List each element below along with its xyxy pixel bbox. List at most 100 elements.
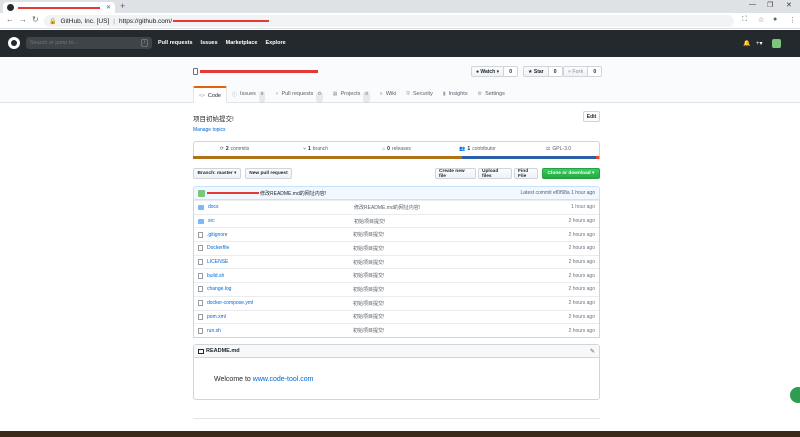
book-icon	[198, 348, 204, 354]
restore-icon[interactable]: ❐	[767, 1, 773, 9]
bookmark-star-icon[interactable]: ☆	[758, 16, 764, 24]
nav-explore[interactable]: Explore	[265, 40, 285, 46]
readme-content: Welcome to www.code-tool.com	[194, 358, 599, 383]
commit-message[interactable]: 初始项目提交!	[353, 245, 569, 252]
commit-message[interactable]: 初始项目提交!	[354, 218, 569, 225]
branch-count[interactable]: ⑂ 1 branch	[275, 142, 356, 156]
forward-arrow-icon[interactable]: →	[19, 15, 27, 24]
commit-message[interactable]: 初始项目提交!	[353, 286, 569, 293]
notification-bell-icon[interactable]: 🔔	[743, 40, 750, 47]
user-avatar[interactable]	[772, 39, 781, 48]
language-bar[interactable]	[193, 156, 600, 159]
file-name[interactable]: pom.xml	[207, 314, 353, 320]
contributor-count[interactable]: 👥 1 contributor	[437, 142, 518, 156]
file-name[interactable]: docs	[208, 204, 354, 210]
tab-settings[interactable]: ⚙ Settings	[473, 86, 510, 103]
files-table: docs 修改README.md的网址内容! 1 hour ago src 初始…	[193, 200, 600, 338]
commits-count[interactable]: ⟳ 2 commits	[194, 142, 275, 156]
minimize-icon[interactable]: —	[749, 1, 756, 8]
clone-download-button[interactable]: Clone or download ▾	[542, 168, 600, 179]
file-name[interactable]: .gitignore	[207, 232, 353, 238]
commit-message[interactable]: 初始项目提交!	[353, 231, 569, 238]
commit-message[interactable]: 初始项目提交!	[353, 300, 569, 307]
repo-title-redacted[interactable]	[200, 70, 318, 73]
numbers-value: 1	[467, 146, 471, 152]
star-button[interactable]: ★ Star	[523, 66, 549, 77]
commit-age: 2 hours ago	[568, 218, 595, 225]
tab-insights[interactable]: ▮ Insights	[438, 86, 473, 103]
file-name[interactable]: LICENSE	[207, 259, 353, 265]
tab-pull-requests[interactable]: ⑂ Pull requests 0	[270, 86, 327, 103]
nav-issues[interactable]: Issues	[201, 40, 218, 46]
watch-count[interactable]: 0	[504, 66, 519, 77]
reload-icon[interactable]: ↻	[32, 15, 39, 24]
fork-group: ⑂ Fork 0	[563, 66, 603, 77]
file-name[interactable]: src	[208, 218, 354, 224]
file-name[interactable]: build.sh	[207, 273, 353, 279]
readme-link[interactable]: www.code-tool.com	[253, 376, 314, 383]
file-icon	[198, 300, 203, 307]
edit-description-button[interactable]: Edit	[583, 111, 600, 122]
file-name[interactable]: Dockerfile	[207, 245, 353, 251]
profile-icon[interactable]: ●	[773, 16, 777, 23]
commit-message[interactable]: 初始项目提交!	[353, 272, 569, 279]
commit-message[interactable]: 修改README.md的网址内容!	[260, 190, 326, 197]
commit-message[interactable]: 修改README.md的网址内容!	[354, 204, 571, 211]
fork-button[interactable]: ⑂ Fork	[563, 66, 589, 77]
star-count[interactable]: 0	[548, 66, 563, 77]
file-name[interactable]: docker-compose.yml	[207, 300, 353, 306]
latest-commit-info[interactable]: Latest commit ef0f98a 1 hour ago	[521, 190, 596, 196]
repo-header: ● Watch ▾ 0 ★ Star 0 ⑂ Fork 0 <> Code ⓘ …	[0, 57, 800, 103]
upload-files-button[interactable]: Upload files	[478, 168, 512, 179]
table-row: LICENSE 初始项目提交! 2 hours ago	[194, 254, 599, 269]
find-file-button[interactable]: Find File	[514, 168, 538, 179]
branch-select-button[interactable]: Branch: master ▾	[193, 168, 241, 179]
tab-issues[interactable]: ⓘ Issues 0	[227, 86, 270, 103]
address-bar[interactable]: 🔒 GitHub, Inc. [US] | https://github.com…	[44, 15, 734, 27]
create-new-file-button[interactable]: Create new file	[435, 168, 476, 179]
floating-widget-icon[interactable]	[790, 387, 800, 403]
close-window-icon[interactable]: ✕	[786, 1, 792, 9]
nav-pull-requests[interactable]: Pull requests	[158, 40, 193, 46]
url-text: https://github.com/	[118, 17, 173, 25]
table-row: .gitignore 初始项目提交! 2 hours ago	[194, 227, 599, 241]
browser-tab[interactable]: ✕	[3, 2, 115, 13]
watch-button[interactable]: ● Watch ▾	[471, 66, 505, 77]
table-row: docker-compose.yml 初始项目提交! 2 hours ago	[194, 295, 599, 310]
manage-topics-link[interactable]: Manage topics	[193, 127, 226, 133]
committer-avatar[interactable]	[198, 189, 205, 197]
committer-name-redacted[interactable]	[207, 192, 259, 194]
back-arrow-icon[interactable]: ←	[6, 15, 14, 24]
branch-icon: ⑂	[302, 146, 306, 152]
close-tab-icon[interactable]: ✕	[106, 4, 111, 11]
new-tab-button[interactable]: +	[120, 1, 125, 11]
github-logo-icon[interactable]	[8, 37, 20, 49]
search-box[interactable]: /	[26, 37, 152, 49]
repo-description: 项目初始提交!	[193, 116, 234, 123]
chrome-menu-icon[interactable]: ⋮	[789, 16, 796, 24]
new-pull-request-button[interactable]: New pull request	[245, 168, 292, 179]
search-input[interactable]	[30, 40, 130, 46]
file-name[interactable]: run.sh	[207, 328, 353, 334]
commit-message[interactable]: 初始项目提交!	[353, 313, 569, 320]
releases-count[interactable]: ⌂ 0 releases	[356, 142, 437, 156]
os-taskbar	[0, 431, 800, 437]
license-link[interactable]: ⚖ GPL-3.0	[518, 142, 599, 156]
fork-count[interactable]: 0	[588, 66, 603, 77]
pencil-edit-icon[interactable]: ✎	[590, 348, 595, 355]
tab-wiki[interactable]: ≡ Wiki	[375, 86, 401, 103]
pull-request-icon: ⑂	[275, 91, 279, 97]
nav-marketplace[interactable]: Marketplace	[226, 40, 258, 46]
file-icon	[198, 286, 203, 293]
tab-code[interactable]: <> Code	[193, 86, 227, 103]
commit-age: 2 hours ago	[568, 286, 595, 293]
tab-security[interactable]: ⛨ Security	[401, 86, 438, 103]
tab-projects[interactable]: ▦ Projects 0	[328, 86, 375, 103]
create-new-menu[interactable]: +▾	[756, 40, 763, 47]
commit-message[interactable]: 初始项目提交!	[353, 327, 569, 334]
browser-tab-strip: ✕ + — ❐ ✕	[0, 0, 800, 13]
commit-age: 2 hours ago	[568, 327, 595, 334]
file-name[interactable]: change.log	[207, 286, 353, 292]
commit-message[interactable]: 初始项目提交!	[353, 259, 569, 266]
translate-icon[interactable]: ⛶	[742, 16, 747, 24]
